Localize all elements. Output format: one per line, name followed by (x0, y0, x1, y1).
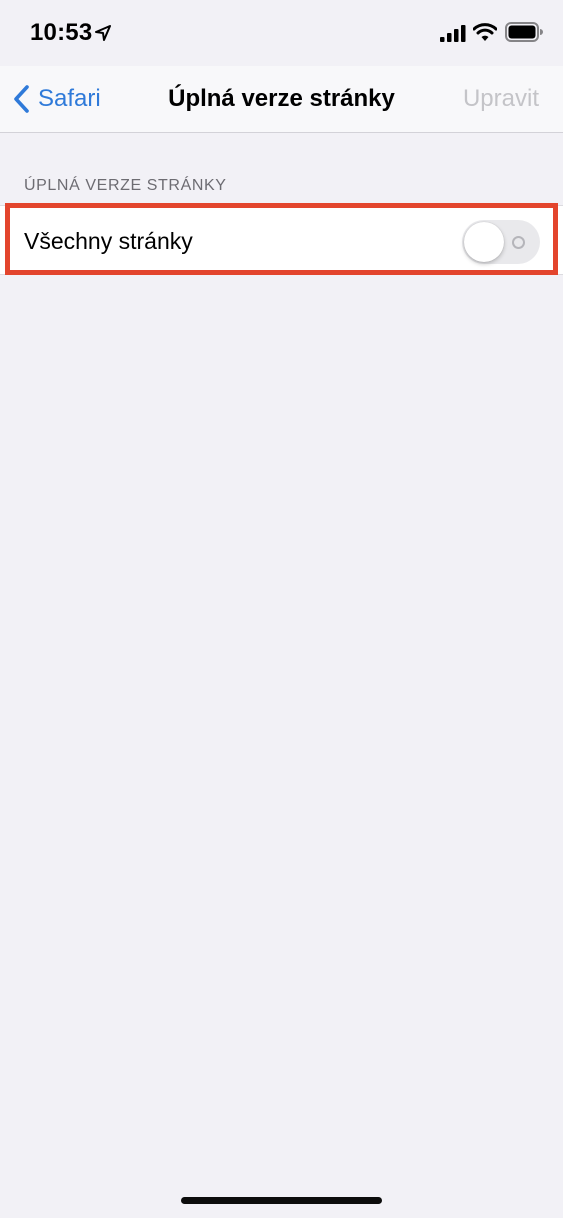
settings-screen: 10:53 Safari Úplná verze stránky Upravit… (0, 0, 563, 1218)
toggle-knob (464, 222, 504, 262)
home-indicator[interactable] (181, 1197, 382, 1204)
navigation-bar: Safari Úplná verze stránky Upravit (0, 66, 563, 133)
location-arrow-icon (95, 25, 111, 41)
list-item-all-pages: Všechny stránky (0, 205, 563, 275)
cellular-signal-icon (440, 25, 466, 42)
battery-icon (505, 22, 543, 42)
status-time: 10:53 (30, 19, 93, 46)
wifi-icon (473, 23, 497, 41)
edit-button[interactable]: Upravit (463, 85, 539, 113)
status-bar: 10:53 (0, 0, 563, 66)
row-label: Všechny stránky (24, 228, 193, 254)
all-pages-toggle[interactable] (462, 220, 540, 264)
toggle-off-indicator-icon (512, 236, 525, 249)
section-header: ÚPLNÁ VERZE STRÁNKY (24, 177, 227, 194)
